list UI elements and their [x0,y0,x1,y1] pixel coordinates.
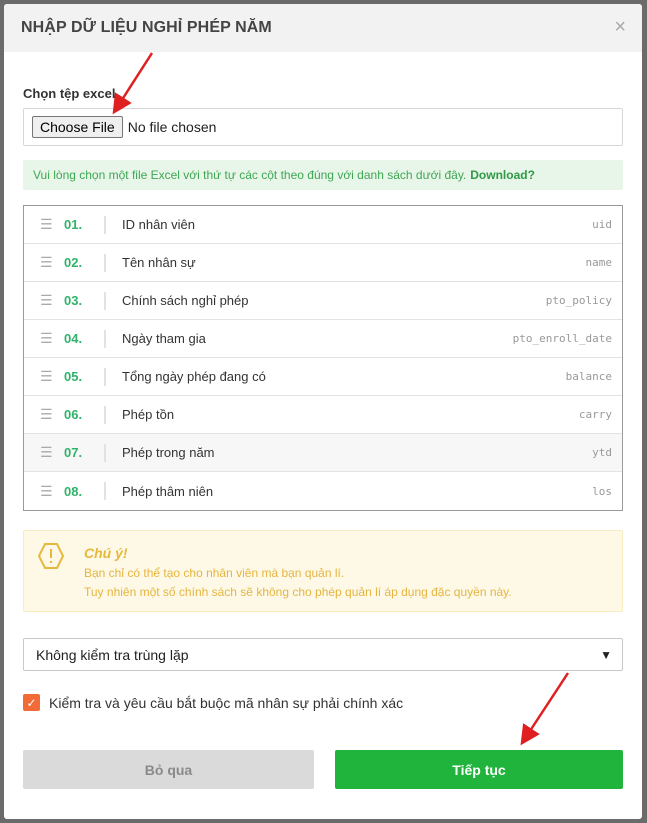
column-number: 06. [64,407,83,422]
drag-handle-icon[interactable]: ☰ [40,483,53,500]
warning-content: Chú ý! Bạn chỉ có thể tạo cho nhân viên … [84,543,512,599]
import-dialog: NHẬP DỮ LIỆU NGHỈ PHÉP NĂM × Chọn tệp ex… [4,4,642,819]
column-name: Phép thâm niên [122,483,214,499]
file-input[interactable]: Choose File No file chosen [23,108,623,146]
list-item[interactable]: ☰ 03. Chính sách nghỉ phép pto_policy [24,282,622,320]
column-number: 08. [64,483,83,499]
column-number: 07. [64,445,83,460]
divider [104,253,106,272]
warning-line-1: Bạn chỉ có thể tạo cho nhân viên mà bạn … [84,566,345,580]
column-name: ID nhân viên [122,217,195,232]
drag-handle-icon[interactable]: ☰ [40,292,53,309]
instructions-text: Vui lòng chọn một file Excel với thứ tự … [33,168,467,182]
divider [104,405,106,424]
dialog-title: NHẬP DỮ LIỆU NGHỈ PHÉP NĂM [21,19,272,36]
column-list: ☰ 01. ID nhân viên uid ☰ 02. Tên nhân sự… [23,205,623,511]
column-name: Tên nhân sự [122,255,196,270]
divider [104,215,106,234]
column-key: los [592,484,612,498]
dialog-footer: Bỏ qua Tiếp tục [23,750,623,789]
divider [104,291,106,310]
column-key: name [585,256,613,269]
column-name: Phép tồn [122,407,175,422]
list-item[interactable]: ☰ 07. Phép trong năm ytd [24,434,622,472]
divider [104,443,106,462]
download-link[interactable]: Download? [470,168,535,182]
instructions-banner: Vui lòng chọn một file Excel với thứ tự … [23,160,623,190]
strict-check-row[interactable]: ✓ Kiểm tra và yêu cầu bắt buộc mã nhân s… [23,694,623,711]
column-number: 05. [64,369,83,384]
column-key: carry [578,408,612,421]
column-key: pto_enroll_date [512,332,612,345]
list-item[interactable]: ☰ 08. Phép thâm niên los [24,472,622,510]
column-name: Chính sách nghỉ phép [122,293,249,308]
column-key: uid [592,218,612,231]
close-icon[interactable]: × [614,17,626,37]
list-item[interactable]: ☰ 05. Tổng ngày phép đang có balance [24,358,622,396]
drag-handle-icon[interactable]: ☰ [40,330,53,347]
divider [104,329,106,348]
divider [104,482,106,500]
dialog-header: NHẬP DỮ LIỆU NGHỈ PHÉP NĂM × [4,4,642,52]
drag-handle-icon[interactable]: ☰ [40,254,53,271]
drag-handle-icon[interactable]: ☰ [40,368,53,385]
column-key: ytd [592,446,612,459]
divider [104,367,106,386]
warning-icon [38,543,64,569]
drag-handle-icon[interactable]: ☰ [40,216,53,233]
warning-line-2: Tuy nhiên một số chính sách sẽ không cho… [84,585,512,599]
drag-handle-icon[interactable]: ☰ [40,406,53,423]
warning-box: Chú ý! Bạn chỉ có thể tạo cho nhân viên … [23,530,623,612]
column-number: 02. [64,255,83,270]
chevron-down-icon: ▼ [600,647,612,662]
file-status: No file chosen [127,119,217,135]
cancel-button[interactable]: Bỏ qua [23,750,314,789]
column-number: 01. [64,217,83,232]
dialog-body: Chọn tệp excel Choose File No file chose… [4,86,642,711]
list-item[interactable]: ☰ 01. ID nhân viên uid [24,206,622,244]
file-label: Chọn tệp excel [23,86,116,101]
drag-handle-icon[interactable]: ☰ [40,444,53,461]
duplicate-check-select[interactable]: Không kiểm tra trùng lặp ▼ [23,638,623,671]
column-name: Phép trong năm [122,445,215,460]
list-item[interactable]: ☰ 02. Tên nhân sự name [24,244,622,282]
list-item[interactable]: ☰ 06. Phép tồn carry [24,396,622,434]
strict-check-checkbox[interactable]: ✓ [23,694,40,711]
column-key: pto_policy [545,294,612,307]
column-number: 04. [64,331,83,346]
select-value: Không kiểm tra trùng lặp [36,646,189,663]
column-number: 03. [64,293,83,308]
list-item[interactable]: ☰ 04. Ngày tham gia pto_enroll_date [24,320,622,358]
column-name: Ngày tham gia [122,331,206,346]
choose-file-button[interactable]: Choose File [32,116,123,138]
warning-title: Chú ý! [84,545,128,561]
column-key: balance [565,370,612,383]
strict-check-label: Kiểm tra và yêu cầu bắt buộc mã nhân sự … [49,694,404,711]
column-name: Tổng ngày phép đang có [122,369,266,384]
continue-button[interactable]: Tiếp tục [335,750,623,789]
